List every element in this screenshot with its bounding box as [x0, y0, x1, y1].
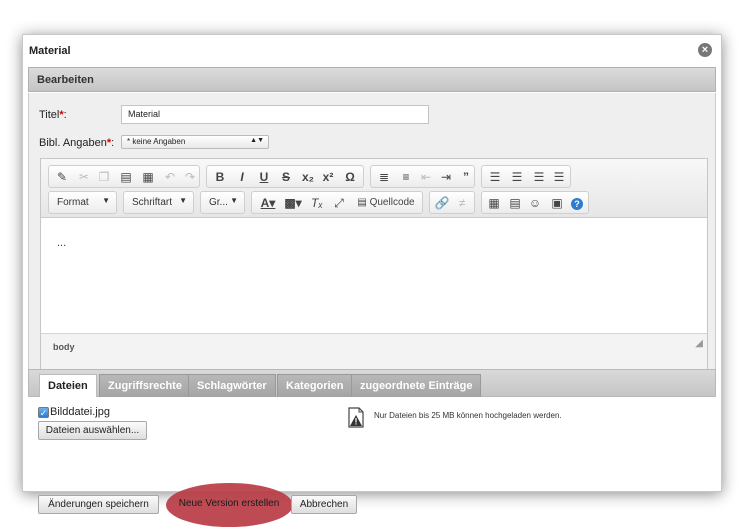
undo-icon[interactable]: ↶ [163, 169, 177, 185]
smiley-icon[interactable]: ☺ [528, 195, 542, 211]
tab-zugeordnete-eintraege[interactable]: zugeordnete Einträge [351, 374, 482, 397]
toolbar-group-lists: ≣ ≡ ⇤ ⇥ ” [370, 165, 475, 188]
size-combo[interactable]: Gr... ▼ [200, 191, 245, 214]
section-title: Bearbeiten [37, 74, 94, 86]
redo-icon[interactable]: ↷ [183, 169, 197, 185]
chevron-down-icon: ▼ [102, 196, 110, 205]
close-icon[interactable]: × [698, 43, 712, 57]
size-combo-label: Gr... [209, 197, 228, 208]
format-combo-label: Format [57, 197, 89, 208]
underline-icon[interactable]: U [257, 169, 271, 185]
image-icon[interactable]: ▣ [550, 195, 564, 211]
chevron-down-icon: ▼ [179, 196, 187, 205]
element-path[interactable]: body [53, 342, 75, 352]
maximize-icon[interactable]: ⤢ [332, 195, 346, 211]
paste-text-icon[interactable]: ▦ [141, 169, 155, 185]
new-version-button[interactable]: Neue Version erstellen [174, 495, 284, 514]
remove-format-icon[interactable]: Tₓ [310, 195, 324, 211]
tab-dateien[interactable]: Dateien [39, 374, 97, 398]
file-name: Bilddatei.jpg [50, 406, 110, 418]
bullet-list-icon[interactable]: ≡ [399, 169, 413, 185]
bibl-select[interactable]: * keine Angaben ▲▼ [121, 135, 269, 149]
superscript-icon[interactable]: x² [321, 169, 335, 185]
files-panel: ✓ Bilddatei.jpg Dateien auswählen... Nur… [28, 397, 716, 527]
edit-panel: Titel*: Material Bibl. Angaben*: * keine… [28, 93, 716, 393]
file-checkbox[interactable]: ✓ [38, 407, 49, 418]
italic-icon[interactable]: I [235, 169, 249, 185]
link-icon[interactable]: 🔗 [434, 195, 450, 211]
editor-content: ... [57, 237, 67, 249]
toolbar-group-links: 🔗 ≠ [429, 191, 475, 214]
bg-color-icon[interactable]: ▩▾ [282, 195, 304, 211]
upload-info-text: Nur Dateien bis 25 MB können hochgeladen… [374, 411, 562, 420]
unlink-icon[interactable]: ≠ [454, 195, 470, 211]
editor-content-area[interactable]: ... [41, 219, 707, 332]
rich-text-editor: ✎ ✂ ❐ ▤ ▦ ↶ ↷ B I U S x₂ x² Ω ≣ ≡ ⇤ ⇥ ” … [40, 158, 708, 390]
title-input[interactable]: Material [121, 105, 429, 124]
align-right-icon[interactable]: ☰ [532, 169, 546, 185]
blockquote-icon[interactable]: ” [459, 169, 473, 185]
font-combo[interactable]: Schriftart ▼ [123, 191, 194, 214]
toolbar-group-colors: A▾ ▩▾ Tₓ ⤢ ▤ Quellcode [251, 191, 423, 214]
outdent-icon[interactable]: ⇤ [419, 169, 433, 185]
subscript-icon[interactable]: x₂ [301, 169, 315, 185]
tab-kategorien[interactable]: Kategorien [277, 374, 353, 397]
toolbar-group-insert: ▦ ▤ ☺ ▣ ? [481, 191, 589, 214]
table-icon[interactable]: ▦ [487, 195, 501, 211]
tab-bar: Dateien Zugriffsrechte Schlagwörter Kate… [28, 369, 716, 398]
help-icon[interactable]: ? [570, 195, 584, 211]
bibl-label: Bibl. Angaben*: [39, 137, 115, 149]
select-arrows-icon: ▲▼ [250, 137, 264, 144]
text-color-icon[interactable]: A▾ [257, 195, 279, 211]
source-icon: ▤ [357, 197, 367, 208]
format-combo[interactable]: Format ▼ [48, 191, 117, 214]
dialog-titlebar: Material × [23, 35, 721, 65]
paste-icon[interactable]: ▤ [119, 169, 133, 185]
source-label: Quellcode [369, 197, 415, 208]
save-changes-button[interactable]: Änderungen speichern [38, 495, 159, 514]
toolbar-group-text-style: B I U S x₂ x² Ω [206, 165, 364, 188]
font-combo-label: Schriftart [132, 197, 173, 208]
title-label: Titel*: [39, 109, 67, 121]
source-button[interactable]: ▤ Quellcode [352, 195, 420, 211]
resize-handle-icon[interactable]: ◢ [695, 338, 703, 349]
numbered-list-icon[interactable]: ≣ [377, 169, 391, 185]
align-left-icon[interactable]: ☰ [488, 169, 502, 185]
special-char-icon[interactable]: Ω [343, 169, 357, 185]
material-dialog: Material × Bearbeiten Titel*: Material B… [22, 34, 722, 527]
cancel-button[interactable]: Abbrechen [291, 495, 357, 514]
section-header: Bearbeiten [28, 67, 716, 92]
horizontal-rule-icon[interactable]: ▤ [508, 195, 522, 211]
preview-icon[interactable]: ✎ [55, 169, 69, 185]
chevron-down-icon: ▼ [230, 196, 238, 205]
copy-icon[interactable]: ❐ [97, 169, 111, 185]
justify-icon[interactable]: ☰ [552, 169, 566, 185]
indent-icon[interactable]: ⇥ [439, 169, 453, 185]
tab-schlagwoerter[interactable]: Schlagwörter [188, 374, 276, 397]
bold-icon[interactable]: B [213, 169, 227, 185]
bibl-select-value: * keine Angaben [127, 137, 186, 146]
tab-zugriffsrechte[interactable]: Zugriffsrechte [99, 374, 191, 397]
toolbar-group-clipboard: ✎ ✂ ❐ ▤ ▦ ↶ ↷ [48, 165, 200, 188]
editor-toolbar: ✎ ✂ ❐ ▤ ▦ ↶ ↷ B I U S x₂ x² Ω ≣ ≡ ⇤ ⇥ ” … [41, 159, 707, 218]
toolbar-group-align: ☰ ☰ ☰ ☰ [481, 165, 571, 188]
align-center-icon[interactable]: ☰ [510, 169, 524, 185]
strikethrough-icon[interactable]: S [279, 169, 293, 185]
choose-files-button[interactable]: Dateien auswählen... [38, 421, 147, 440]
upload-info-icon [348, 407, 364, 428]
dialog-title: Material [29, 45, 71, 57]
cut-icon[interactable]: ✂ [77, 169, 91, 185]
